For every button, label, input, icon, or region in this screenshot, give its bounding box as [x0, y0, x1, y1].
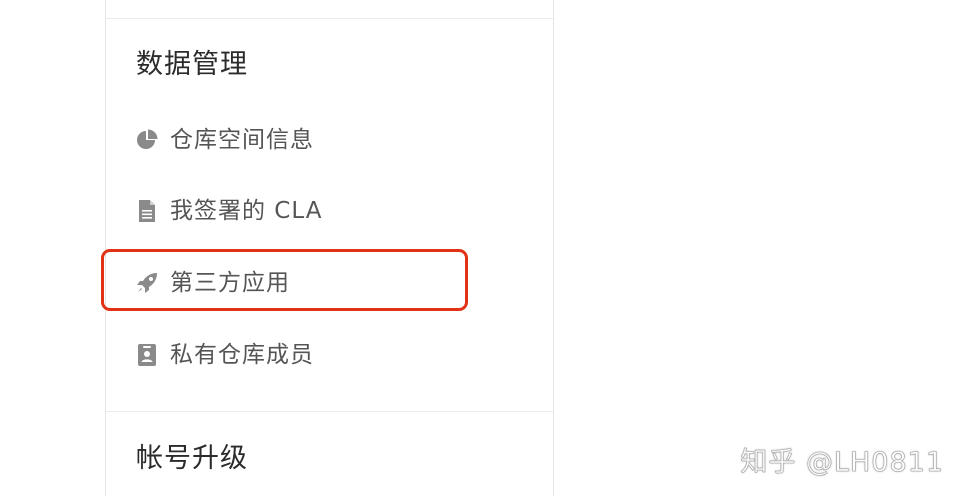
sidebar-item-label: 第三方应用 [170, 269, 290, 296]
settings-sidebar-panel: 数据管理 仓库空间信息 我签署的 CLA 第三方应用 私有仓库成员 帐号升级 [105, 0, 554, 496]
sidebar-item-label: 仓库空间信息 [170, 126, 314, 153]
sidebar-item-private-repo-members[interactable]: 私有仓库成员 [134, 335, 314, 375]
sidebar-item-my-signed-cla[interactable]: 我签署的 CLA [134, 191, 322, 231]
sidebar-item-label: 私有仓库成员 [170, 341, 314, 368]
section-divider [106, 411, 553, 412]
watermark-text: 知乎 @LH0811 [740, 447, 944, 479]
section-title-account-upgrade: 帐号升级 [136, 443, 248, 474]
badge-icon [134, 342, 160, 368]
sidebar-item-label: 我签署的 CLA [170, 197, 323, 224]
sidebar-item-repo-space-info[interactable]: 仓库空间信息 [134, 120, 314, 160]
pie-chart-icon [134, 127, 160, 153]
top-divider [106, 18, 553, 19]
section-title-data-management: 数据管理 [136, 49, 248, 80]
rocket-icon [134, 270, 160, 296]
document-icon [134, 198, 160, 224]
sidebar-item-third-party-apps[interactable]: 第三方应用 [134, 263, 290, 303]
